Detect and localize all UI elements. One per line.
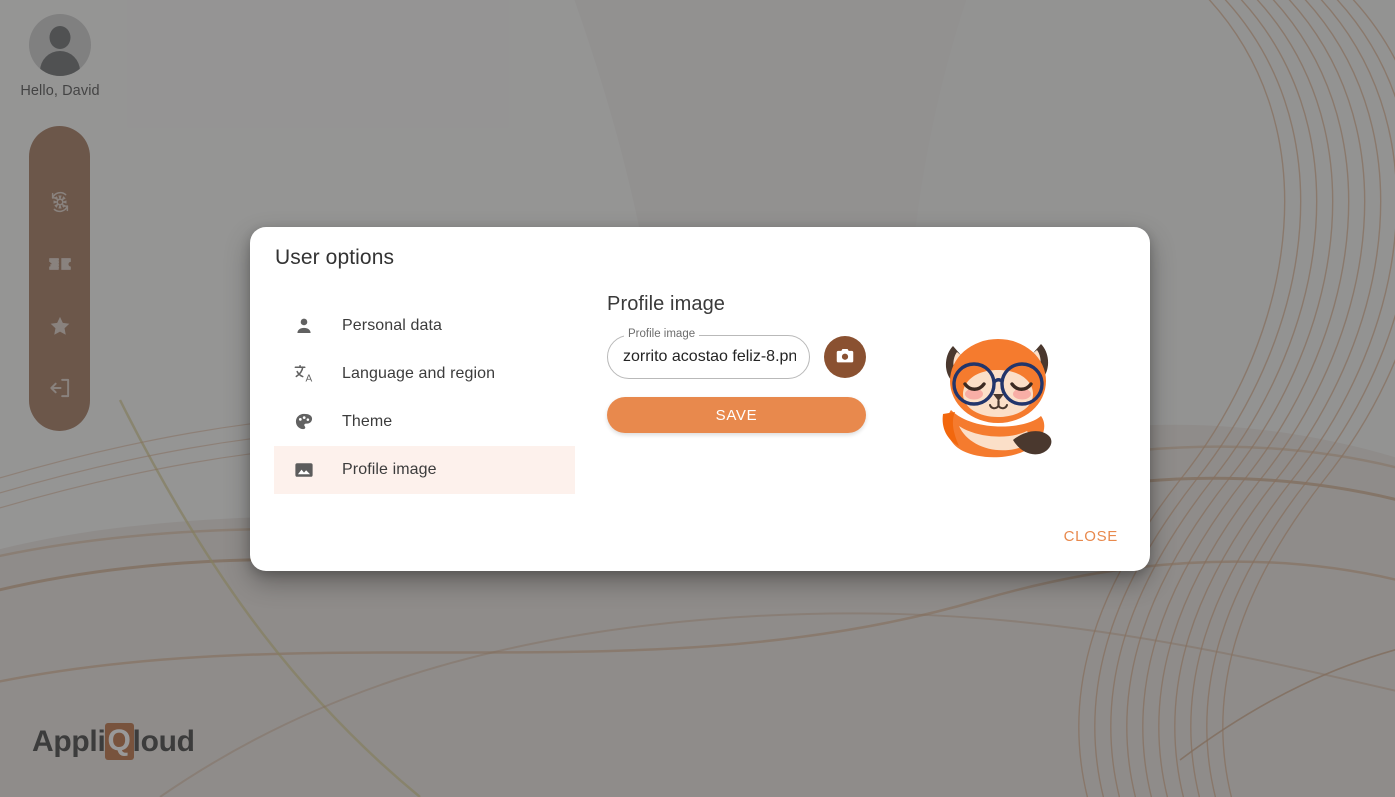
menu-item-label: Profile image [342, 461, 437, 478]
profile-image-field: Profile image [607, 327, 810, 379]
svg-text:A: A [305, 374, 312, 385]
option-menu: Personal data A Language and region Them… [274, 302, 575, 494]
camera-upload-button[interactable] [824, 336, 866, 378]
menu-item-language-and-region[interactable]: A Language and region [274, 350, 575, 398]
menu-item-label: Language and region [342, 365, 496, 382]
translate-icon: A [292, 362, 316, 386]
detail-heading: Profile image [607, 293, 726, 315]
menu-item-label: Theme [342, 413, 393, 430]
profile-image-input[interactable] [607, 335, 810, 379]
menu-item-theme[interactable]: Theme [274, 398, 575, 446]
menu-item-personal-data[interactable]: Personal data [274, 302, 575, 350]
palette-icon [292, 410, 316, 434]
dialog-title: User options [275, 246, 395, 269]
app-root: Hello, David [0, 0, 1395, 797]
menu-item-label: Personal data [342, 317, 443, 334]
camera-icon [834, 345, 856, 370]
image-icon [292, 458, 316, 482]
save-button[interactable]: SAVE [607, 397, 866, 433]
close-button[interactable]: CLOSE [1056, 522, 1126, 551]
menu-item-profile-image[interactable]: Profile image [274, 446, 575, 494]
person-icon [292, 314, 316, 338]
profile-image-preview [942, 339, 1052, 458]
fox-with-glasses-avatar [942, 339, 1052, 458]
